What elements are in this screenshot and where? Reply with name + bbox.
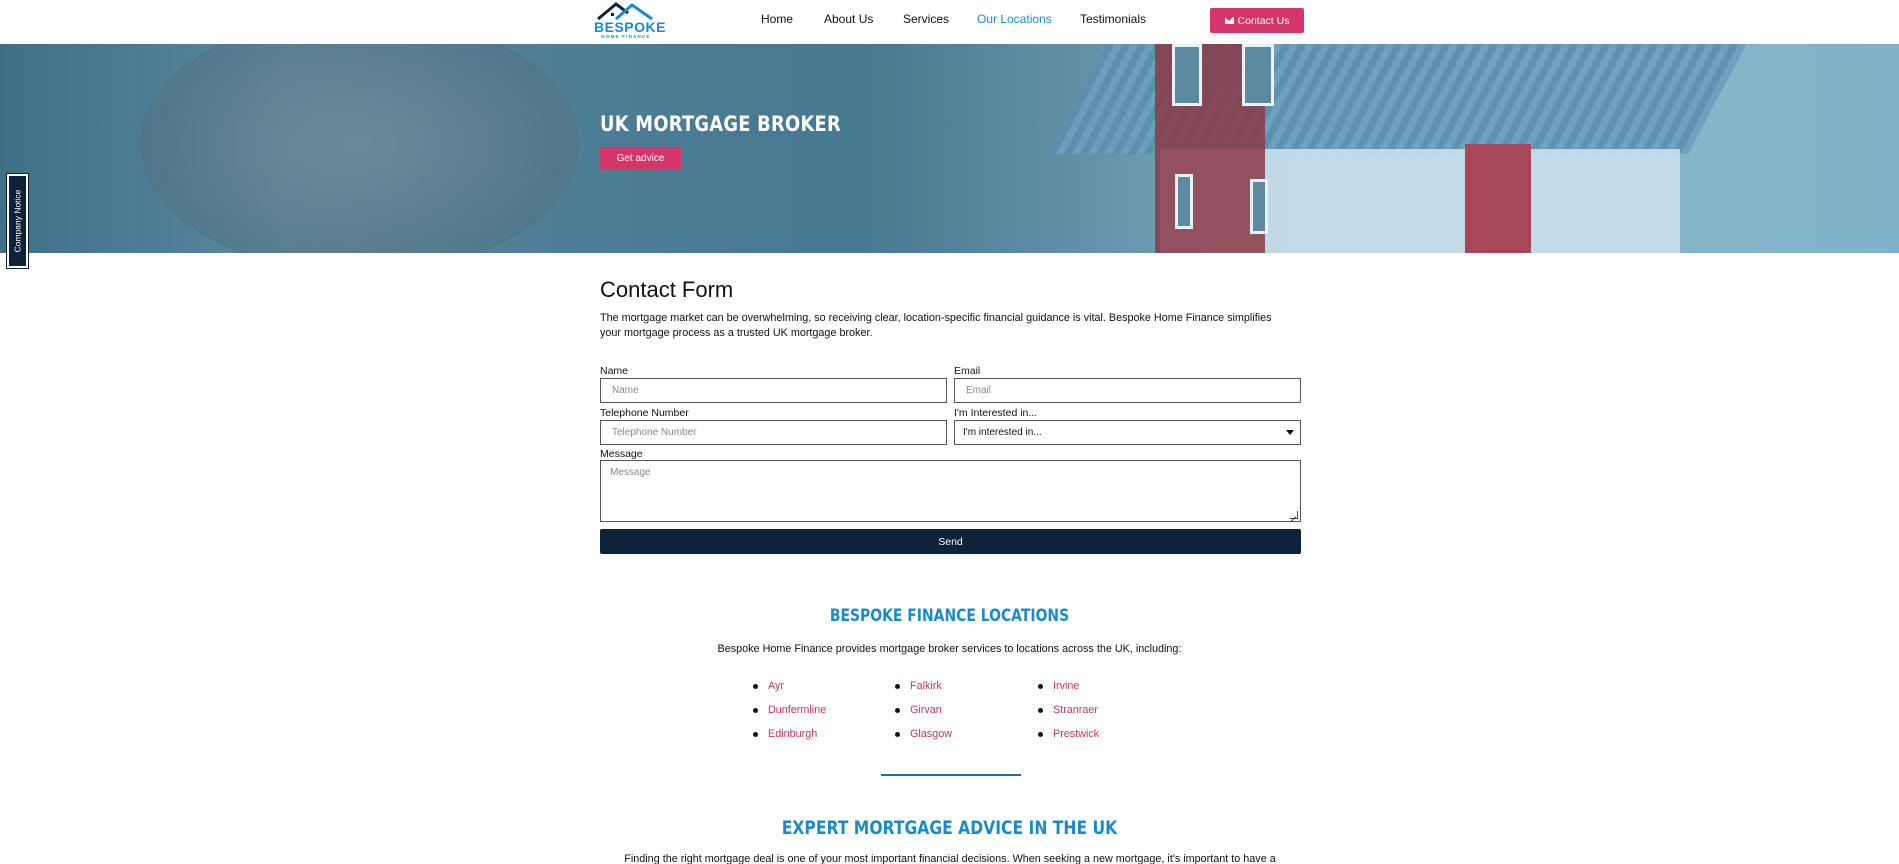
location-link-stranraer[interactable]: Stranraer [1038,703,1099,727]
hero-house-window [1242,44,1274,106]
location-link-prestwick[interactable]: Prestwick [1038,727,1099,751]
interest-selected-value: I'm interested in... [963,427,1042,438]
nav-services[interactable]: Services [903,12,949,26]
locations-description: Bespoke Home Finance provides mortgage b… [717,643,1182,655]
telephone-label: Telephone Number [600,407,689,419]
company-notice-tab[interactable]: Company Notice [6,173,29,269]
contact-us-button[interactable]: Contact Us [1210,8,1304,33]
nav-our-locations[interactable]: Our Locations [977,12,1052,26]
interest-select[interactable]: I'm interested in... [954,420,1301,445]
envelope-icon [1224,17,1234,24]
name-label: Name [600,365,629,377]
send-button[interactable]: Send [600,529,1301,554]
section-divider [881,774,1021,776]
hero-title: UK MORTGAGE BROKER [600,112,842,136]
contact-us-label: Contact Us [1237,14,1290,27]
nav-home[interactable]: Home [761,12,793,26]
nav-about-us[interactable]: About Us [824,12,873,26]
locations-column-3: Irvine Stranraer Prestwick [1038,679,1099,751]
resize-handle-icon[interactable] [1290,511,1298,519]
email-input[interactable]: Email [954,378,1301,403]
get-advice-button[interactable]: Get advice [600,147,681,170]
hero-background-face [140,44,580,253]
expert-advice-text: Finding the right mortgage deal is one o… [624,853,1276,864]
locations-column-2: Falkirk Girvan Glasgow [895,679,952,751]
hero-house-window [1172,44,1202,106]
hero-house-door [1465,144,1531,253]
dropdown-caret-icon [1286,430,1294,435]
site-header: BESPOKE HOME FINANCE Home About Us Servi… [0,0,1899,44]
expert-advice-title: EXPERT MORTGAGE ADVICE IN THE UK [781,817,1118,839]
nav-testimonials[interactable]: Testimonials [1080,12,1146,26]
message-textarea[interactable]: Message [600,460,1301,522]
name-input[interactable]: Name [600,378,947,403]
message-label: Message [600,448,643,460]
hero-house-window [1175,174,1193,229]
location-link-girvan[interactable]: Girvan [895,703,952,727]
location-link-falkirk[interactable]: Falkirk [895,679,952,703]
locations-title: BESPOKE FINANCE LOCATIONS [829,606,1070,626]
location-link-dunfermline[interactable]: Dunfermline [753,703,826,727]
locations-column-1: Ayr Dunfermline Edinburgh [753,679,826,751]
location-link-edinburgh[interactable]: Edinburgh [753,727,826,751]
logo-subtext: HOME FINANCE [601,34,651,39]
hero-house-roof [1048,44,1752,154]
contact-form-title: Contact Form [600,277,734,302]
location-link-glasgow[interactable]: Glasgow [895,727,952,751]
hero-house-window [1250,179,1268,234]
interest-label: I'm Interested in... [954,407,1038,419]
telephone-input[interactable]: Telephone Number [600,420,947,445]
message-placeholder: Message [610,467,651,478]
hero-banner: UK MORTGAGE BROKER Get advice [0,44,1899,253]
contact-form-description: The mortgage market can be overwhelming,… [600,312,1272,339]
main-nav: Home About Us Services Our Locations Tes… [0,12,1899,30]
location-link-ayr[interactable]: Ayr [753,679,826,703]
email-label: Email [954,365,981,377]
company-notice-label: Company Notice [12,189,23,253]
location-link-irvine[interactable]: Irvine [1038,679,1099,703]
